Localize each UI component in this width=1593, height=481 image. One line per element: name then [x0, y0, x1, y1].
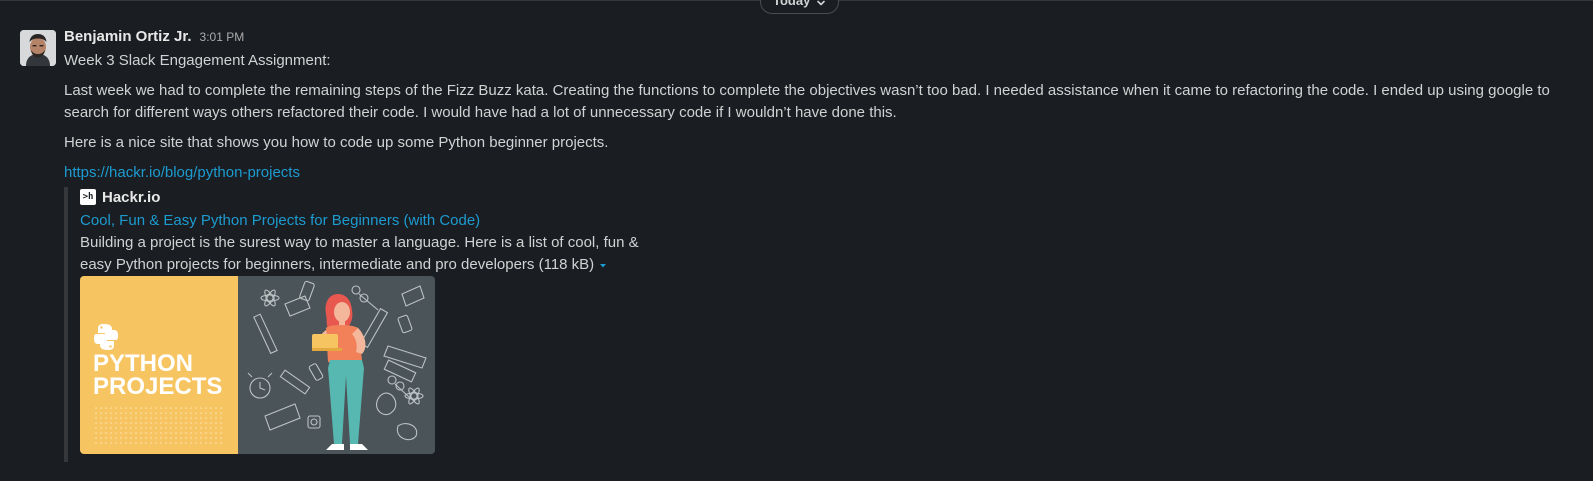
day-divider-label: Today	[773, 0, 811, 8]
link-preview-title[interactable]: Cool, Fun & Easy Python Projects for Beg…	[80, 210, 664, 232]
message-paragraph-2: Last week we had to complete the remaini…	[64, 82, 1550, 121]
avatar-photo	[20, 30, 56, 66]
message-link[interactable]: https://hackr.io/blog/python-projects	[64, 164, 300, 181]
image-title-line-2: PROJECTS	[93, 373, 222, 400]
link-preview-description: Building a project is the surest way to …	[80, 232, 640, 276]
message-link-line: https://hackr.io/blog/python-projects	[64, 162, 1579, 184]
python-projects-illustration: PYTHON PROJECTS	[80, 276, 435, 454]
message-pane: Today Benjamin Ortiz Jr. 3:01 PM Week 3 …	[0, 0, 1593, 481]
avatar[interactable]	[20, 30, 56, 66]
message-timestamp[interactable]: 3:01 PM	[200, 30, 245, 44]
site-name: Hackr.io	[102, 188, 161, 206]
link-preview-image[interactable]: PYTHON PROJECTS	[80, 276, 435, 454]
author-name[interactable]: Benjamin Ortiz Jr.	[64, 28, 192, 45]
link-preview: >h Hackr.io Cool, Fun & Easy Python Proj…	[64, 187, 664, 462]
link-preview-site: >h Hackr.io	[80, 187, 664, 207]
day-divider-button[interactable]: Today	[760, 0, 840, 14]
message: Benjamin Ortiz Jr. 3:01 PM Week 3 Slack …	[64, 28, 1579, 184]
message-paragraph-3: Here is a nice site that shows you how t…	[64, 134, 609, 151]
link-preview-description-text: Building a project is the surest way to …	[80, 234, 639, 273]
site-favicon-icon: >h	[80, 189, 96, 205]
chevron-down-icon	[817, 0, 826, 6]
message-line-1: Week 3 Slack Engagement Assignment:	[64, 52, 331, 69]
caret-down-icon[interactable]	[598, 260, 608, 270]
message-header: Benjamin Ortiz Jr. 3:01 PM	[64, 28, 1579, 50]
